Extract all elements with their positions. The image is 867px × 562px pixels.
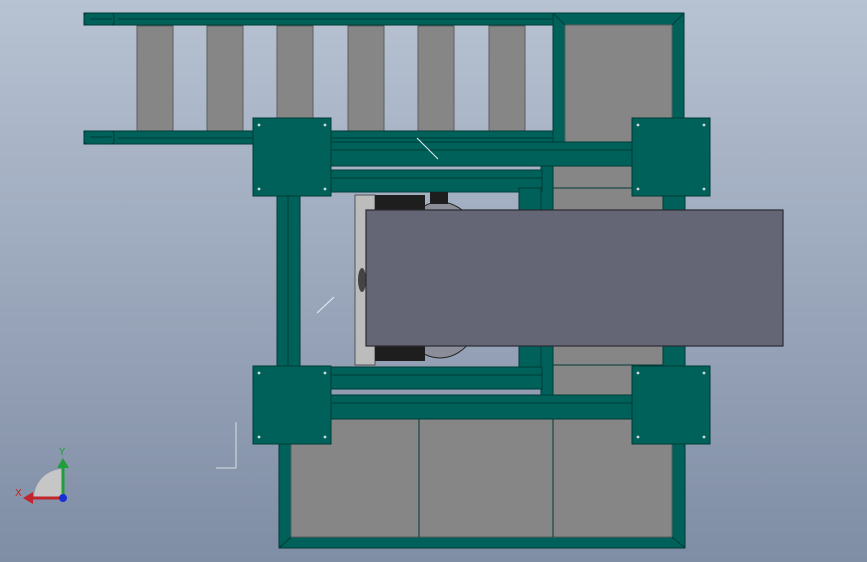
corner-bracket-bottom-left[interactable] <box>252 365 332 445</box>
motor-clamp-top-2 <box>430 192 448 204</box>
ladder-slat <box>206 25 244 132</box>
motor-clamp-top <box>375 195 425 211</box>
motor-hub <box>358 268 366 292</box>
ladder-slat <box>488 25 526 132</box>
upper-crossbeam <box>329 141 633 167</box>
corner-bracket-top-left[interactable] <box>252 117 332 197</box>
lower-crossbeam <box>329 394 633 420</box>
ladder-slat <box>417 25 455 132</box>
motor-clamp-bottom <box>375 345 425 361</box>
inner-rail-left-low <box>518 344 542 368</box>
lower-box-panel-mid <box>418 417 554 538</box>
z-axis-dot <box>59 494 67 502</box>
left-upright-outer <box>276 194 289 368</box>
lower-inner-beam <box>329 366 543 390</box>
corner-bracket-top-right[interactable] <box>631 117 711 197</box>
ladder-slat <box>276 25 314 132</box>
x-axis-label: X <box>15 488 22 499</box>
ladder-slat <box>347 25 385 132</box>
inner-rail-left <box>518 187 542 211</box>
y-axis-label: Y <box>58 447 66 458</box>
upper-inner-beam <box>329 169 543 193</box>
ladder-slat <box>136 25 174 132</box>
cad-model-drawing[interactable]: Y X <box>0 0 867 562</box>
top-cover-plate[interactable] <box>365 209 784 347</box>
corner-bracket-bottom-right[interactable] <box>631 365 711 445</box>
cad-graphics-viewport[interactable]: Y X <box>0 0 867 562</box>
left-upright-inner <box>287 194 301 368</box>
